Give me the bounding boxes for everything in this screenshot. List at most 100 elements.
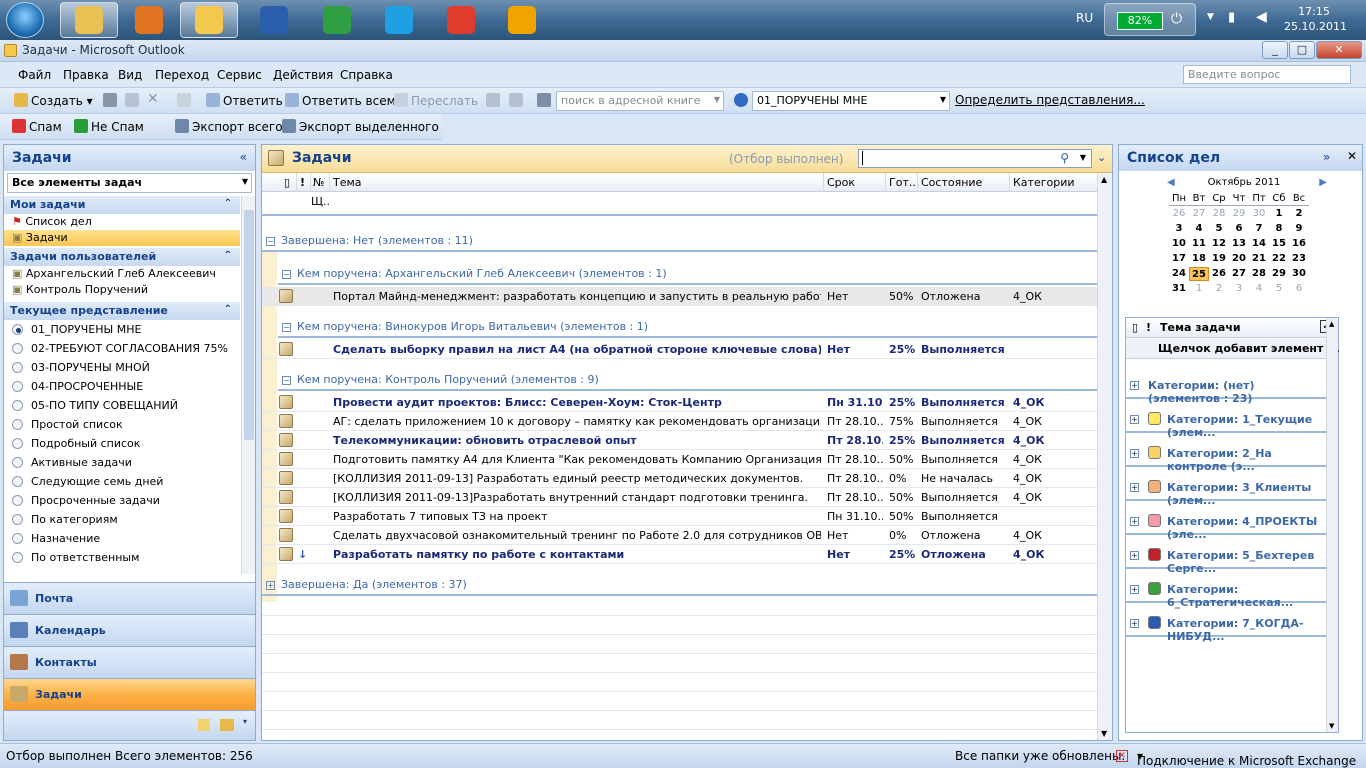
calendar-day[interactable]: 18	[1189, 252, 1209, 266]
calendar-day[interactable]: 30	[1249, 207, 1269, 221]
view-option[interactable]: 02-ТРЕБУЮТ СОГЛАСОВАНИЯ 75%	[4, 339, 240, 358]
calendar-day[interactable]: 26	[1169, 207, 1189, 221]
expand-group-icon[interactable]: +	[1130, 517, 1139, 526]
calendar-day[interactable]: 2	[1209, 282, 1229, 296]
calendar-day[interactable]: 19	[1209, 252, 1229, 266]
nav-calendar-button[interactable]: Календарь	[4, 614, 255, 646]
expand-group-icon[interactable]: +	[1130, 585, 1139, 594]
scrollbar-thumb[interactable]	[244, 210, 254, 440]
scroll-down-icon[interactable]: ▼	[1329, 722, 1334, 730]
calendar-day[interactable]: 26	[1209, 267, 1229, 281]
chevron-down-icon[interactable]: ▼	[1080, 153, 1086, 162]
group-completed-no[interactable]: − Завершена: Нет (элементов : 11)	[266, 234, 473, 247]
current-view-header[interactable]: Текущее представление ⌃	[4, 302, 240, 320]
collapse-pane-icon[interactable]: «	[240, 150, 247, 164]
reply-all-button[interactable]: Ответить всем	[285, 93, 396, 108]
language-indicator[interactable]: RU	[1076, 11, 1093, 25]
calendar-day[interactable]: 21	[1249, 252, 1269, 266]
define-views-link[interactable]: Определить представления...	[955, 93, 1145, 107]
calendar-day[interactable]: 2	[1289, 207, 1309, 221]
task-row[interactable]: АГ: сделать приложением 10 к договору – …	[262, 412, 1098, 431]
group-completed-yes[interactable]: + Завершена: Да (элементов : 37)	[266, 578, 467, 591]
create-button[interactable]: Создать ▾	[14, 93, 93, 108]
task-row[interactable]: Сделать выборку правил на лист А4 (на об…	[262, 340, 1098, 359]
column-icon-header[interactable]: ▯	[284, 176, 290, 189]
configure-buttons-icon[interactable]: ▾	[243, 717, 247, 726]
expand-group-icon[interactable]: +	[1130, 619, 1139, 628]
column-number-header[interactable]: №	[313, 176, 324, 189]
calendar-day[interactable]: 29	[1229, 207, 1249, 221]
menu-go[interactable]: Переход	[155, 68, 209, 82]
scroll-down-icon[interactable]: ▼	[1101, 729, 1107, 738]
task-row[interactable]: [КОЛЛИЗИЯ 2011-09-13]Разработать внутрен…	[262, 488, 1098, 507]
group-assigned-arkhangelsky[interactable]: − Кем поручена: Архангельский Глеб Алексе…	[282, 267, 667, 280]
column-due-header[interactable]: Срок	[827, 176, 855, 189]
status-connection[interactable]: Подключение к Microsoft Exchange ▾	[1137, 749, 1356, 768]
user-tasks-arkhangelsky[interactable]: ▣ Архангельский Глеб Алексеевич	[4, 266, 240, 282]
todo-subject-column[interactable]: Тема задачи	[1160, 321, 1241, 334]
folder-list-icon[interactable]	[220, 719, 234, 731]
calendar-day[interactable]: 4	[1189, 222, 1209, 236]
column-status-header[interactable]: Состояние	[921, 176, 982, 189]
folder-tasks[interactable]: ▣ Задачи	[4, 230, 240, 246]
todo-category-group[interactable]: + Категории: 4_ПРОЕКТЫ (эле...	[1126, 507, 1326, 541]
calendar-day[interactable]: 1	[1269, 207, 1289, 221]
next-month-icon[interactable]: ▶	[1319, 177, 1327, 188]
filter-icon[interactable]	[509, 93, 526, 108]
calendar-day[interactable]: 3	[1169, 222, 1189, 236]
expand-group-icon[interactable]: +	[1130, 483, 1139, 492]
todo-add-item[interactable]: Щелчок добавит элемент ...	[1126, 339, 1340, 359]
calendar-day[interactable]: 16	[1289, 237, 1309, 251]
volume-icon[interactable]: ◀	[1256, 9, 1267, 25]
calendar-day[interactable]: 28	[1209, 207, 1229, 221]
task-row[interactable]: [КОЛЛИЗИЯ 2011-09-13] Разработать единый…	[262, 469, 1098, 488]
todo-icon-column[interactable]: ▯	[1132, 321, 1138, 334]
calendar-day[interactable]: 25	[1189, 267, 1209, 281]
calendar-day[interactable]: 6	[1229, 222, 1249, 236]
calendar-day[interactable]: 17	[1169, 252, 1189, 266]
view-option[interactable]: 03-ПОРУЧЕНЫ МНОЙ	[4, 358, 240, 377]
view-option[interactable]: 04-ПРОСРОЧЕННЫЕ	[4, 377, 240, 396]
notes-icon[interactable]	[198, 719, 210, 731]
todo-category-group[interactable]: + Категории: 2_На контроле (э...	[1126, 439, 1326, 473]
calendar-day[interactable]: 7	[1249, 222, 1269, 236]
menu-file[interactable]: Файл	[18, 68, 51, 82]
task-row[interactable]: Сделать двухчасовой ознакомительный трен…	[262, 526, 1098, 545]
view-option[interactable]: Простой список	[4, 415, 240, 434]
ask-question-input[interactable]: Введите вопрос	[1183, 65, 1351, 84]
taskbar-app-button[interactable]	[120, 2, 178, 38]
calendar-day[interactable]: 27	[1229, 267, 1249, 281]
minimize-button[interactable]: _	[1262, 41, 1288, 59]
menu-view[interactable]: Вид	[118, 68, 142, 82]
network-signal-icon[interactable]: ▮	[1228, 10, 1235, 25]
task-row[interactable]: Провести аудит проектов: Блисс: Северен-…	[262, 393, 1098, 412]
edit-icon[interactable]	[177, 93, 194, 108]
calendar-day[interactable]: 12	[1209, 237, 1229, 251]
export-selected-button[interactable]: Экспорт выделенного	[282, 119, 439, 134]
expand-group-icon[interactable]: +	[1130, 415, 1139, 424]
expand-group-icon[interactable]: +	[1130, 551, 1139, 560]
view-option[interactable]: 05-ПО ТИПУ СОВЕЩАНИЙ	[4, 396, 240, 415]
view-option[interactable]: Следующие семь дней	[4, 472, 240, 491]
calendar-day[interactable]: 22	[1269, 252, 1289, 266]
expand-search-icon[interactable]: ⌄	[1097, 151, 1106, 164]
close-button[interactable]: ✕	[1316, 41, 1362, 59]
scroll-up-icon[interactable]: ▲	[1329, 320, 1334, 328]
calendar-day[interactable]: 8	[1269, 222, 1289, 236]
calendar-day[interactable]: 1	[1189, 282, 1209, 296]
todo-category-group[interactable]: + Категории: 3_Клиенты (элем...	[1126, 473, 1326, 507]
my-tasks-header[interactable]: Мои задачи ⌃	[4, 196, 240, 214]
calendar-day[interactable]: 29	[1269, 267, 1289, 281]
taskbar-app-button[interactable]	[493, 2, 551, 38]
calendar-day[interactable]: 6	[1289, 282, 1309, 296]
calendar-day[interactable]: 5	[1209, 222, 1229, 236]
todo-category-group[interactable]: + Категории: 7_КОГДА-НИБУД...	[1126, 609, 1326, 643]
grid-icon[interactable]	[486, 93, 503, 108]
address-book-icon[interactable]	[537, 93, 554, 108]
todo-importance-column[interactable]: !	[1146, 321, 1151, 334]
column-categories-header[interactable]: Категории	[1013, 176, 1075, 189]
calendar-day[interactable]: 27	[1189, 207, 1209, 221]
calendar-day[interactable]: 4	[1249, 282, 1269, 296]
folder-select[interactable]: Все элементы задач ▼	[7, 173, 252, 193]
taskbar-app-button[interactable]	[432, 2, 490, 38]
